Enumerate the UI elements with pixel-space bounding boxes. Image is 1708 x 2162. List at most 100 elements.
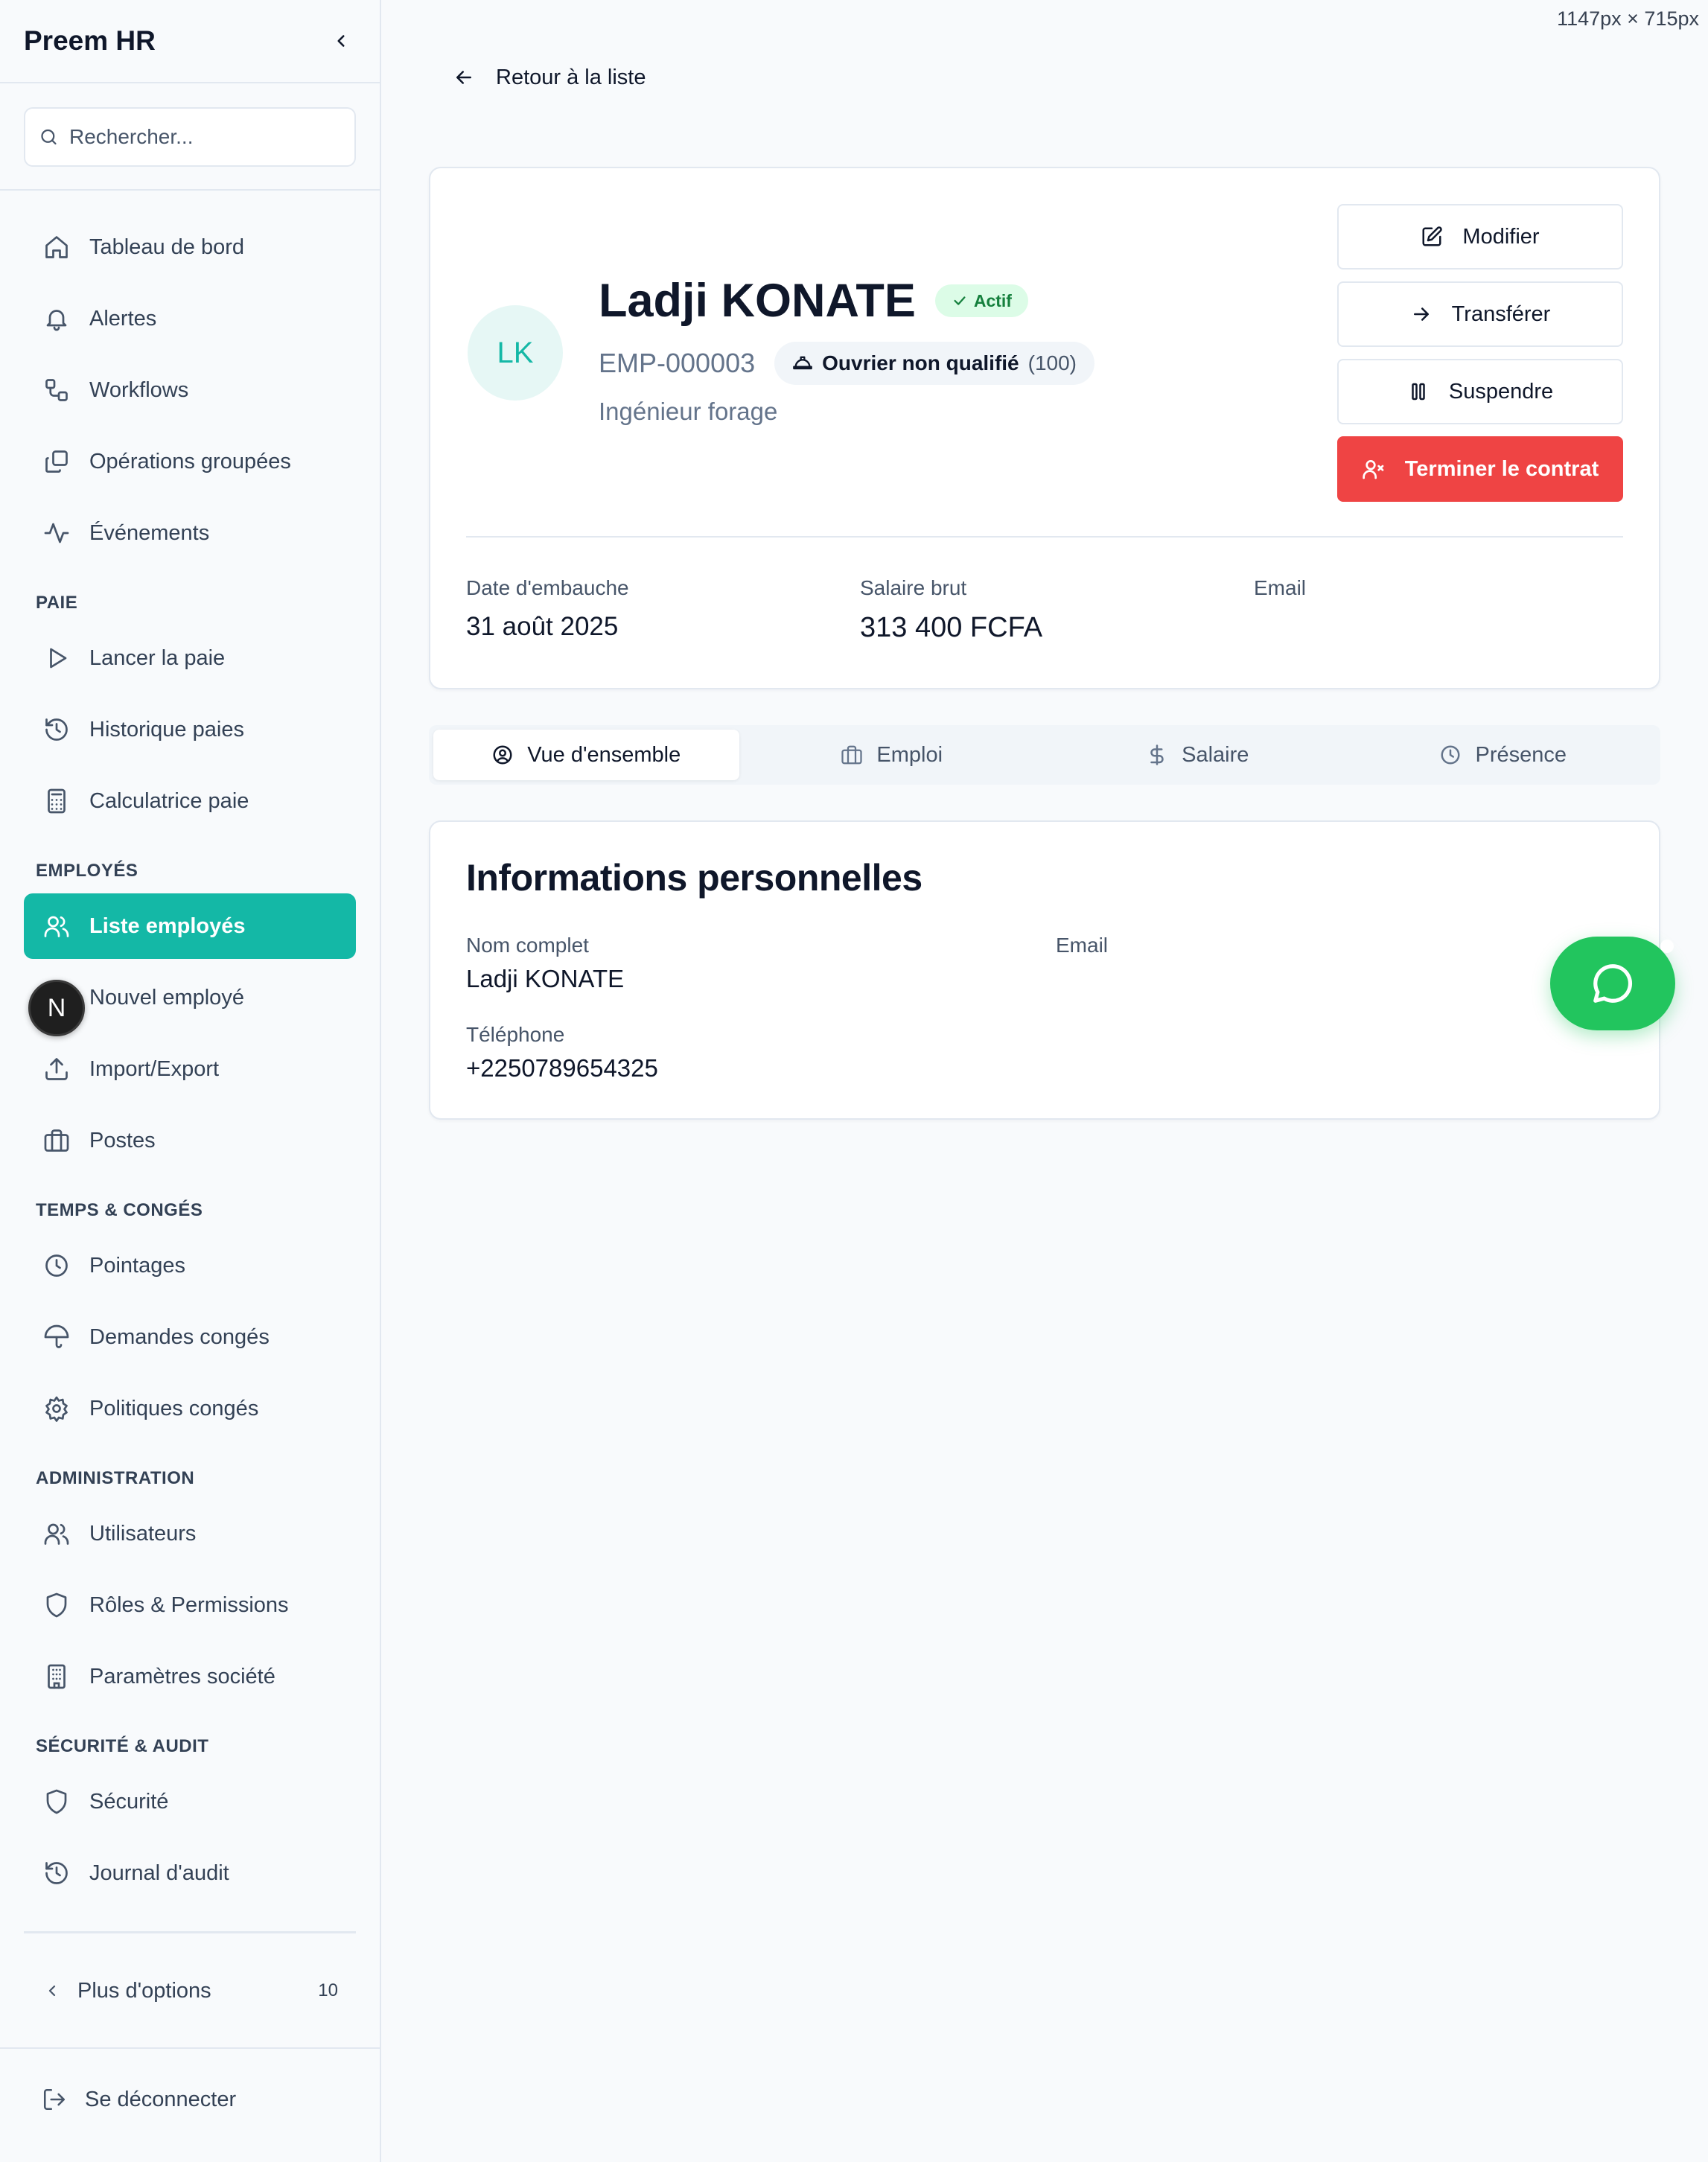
upload-icon [42, 1054, 71, 1084]
more-options-button[interactable]: Plus d'options 10 [24, 1958, 356, 2024]
edit-button[interactable]: Modifier [1337, 204, 1623, 270]
history-icon [42, 715, 71, 744]
status-badge: Actif [934, 284, 1028, 317]
dollar-icon [1150, 744, 1164, 765]
employee-profile-card: LK Ladji KONATE Actif EMP-000003 Ouvrier… [429, 167, 1660, 689]
sidebar-item-label: Tableau de bord [89, 235, 244, 259]
sidebar-item-historique-paies[interactable]: Historique paies [24, 697, 356, 762]
history-icon [42, 1858, 71, 1888]
transfer-button[interactable]: Transférer [1337, 281, 1623, 347]
grade-code: (100) [1027, 351, 1077, 374]
hire-date-label: Date d'embauche [466, 576, 629, 599]
terminate-contract-button[interactable]: Terminer le contrat [1337, 436, 1623, 502]
employee-name-row: Ladji KONATE Actif [599, 271, 1028, 331]
section-administration: ADMINISTRATION [36, 1468, 195, 1488]
sidebar-item-politiques-conges[interactable]: Politiques congés [24, 1376, 356, 1441]
bell-icon [42, 304, 71, 334]
sidebar-item-journal-audit[interactable]: Journal d'audit [24, 1840, 356, 1906]
building-icon [42, 1662, 71, 1691]
logout-button[interactable]: Se déconnecter [24, 2067, 356, 2132]
sidebar-item-label: Journal d'audit [89, 1860, 229, 1885]
sidebar: Preem HR Tableau de bord Alertes Workflo… [0, 0, 381, 2162]
clock-icon [42, 1251, 71, 1281]
section-securite-audit: SÉCURITÉ & AUDIT [36, 1736, 209, 1756]
sidebar-item-parametres-societe[interactable]: Paramètres société [24, 1644, 356, 1709]
sidebar-item-calculatrice-paie[interactable]: Calculatrice paie [24, 768, 356, 834]
sidebar-item-alertes[interactable]: Alertes [24, 286, 356, 351]
email-label: Email [1254, 576, 1307, 599]
search-input[interactable] [68, 125, 341, 149]
sidebar-item-securite[interactable]: Sécurité [24, 1769, 356, 1834]
dev-tools-badge[interactable]: N [28, 980, 85, 1036]
umbrella-icon [42, 1322, 71, 1352]
chat-icon [1593, 964, 1632, 1003]
personal-email-label: Email [1056, 934, 1109, 957]
more-options-count: 10 [318, 1980, 338, 2000]
sidebar-item-pointages[interactable]: Pointages [24, 1233, 356, 1298]
logout-icon [43, 2088, 66, 2111]
job-title: Ingénieur forage [599, 398, 778, 425]
search-icon [41, 129, 57, 145]
tab-presence[interactable]: Présence [1351, 730, 1657, 780]
profile-actions: Modifier Transférer Suspendre Terminer l… [1337, 204, 1623, 514]
chevron-left-icon [48, 1985, 56, 1997]
pause-icon [1412, 383, 1425, 401]
terminate-button-label: Terminer le contrat [1404, 456, 1599, 481]
suspend-button[interactable]: Suspendre [1337, 359, 1623, 424]
tab-label: Vue d'ensemble [527, 742, 681, 767]
collapse-sidebar-button[interactable] [326, 26, 356, 56]
chevron-left-icon [337, 35, 345, 47]
sidebar-item-roles-permissions[interactable]: Rôles & Permissions [24, 1572, 356, 1638]
personal-info-card: Informations personnelles Nom complet La… [429, 820, 1660, 1120]
tab-label: Salaire [1182, 742, 1249, 767]
tab-salaire[interactable]: Salaire [1045, 730, 1351, 780]
sidebar-item-postes[interactable]: Postes [24, 1108, 356, 1173]
sidebar-item-label: Événements [89, 520, 210, 545]
check-icon [954, 296, 966, 305]
sidebar-item-operations-groupees[interactable]: Opérations groupées [24, 429, 356, 494]
sidebar-item-label: Utilisateurs [89, 1521, 197, 1546]
full-name-label: Nom complet [466, 934, 589, 957]
suspend-button-label: Suspendre [1448, 379, 1554, 404]
home-icon [42, 232, 71, 262]
shield-icon [42, 1787, 71, 1817]
full-name-field: Nom complet Ladji KONATE [466, 934, 624, 993]
gross-salary-field: Salaire brut 313 400 FCFA [860, 576, 1042, 644]
users-icon [42, 1519, 71, 1549]
back-to-list-link[interactable]: Retour à la liste [453, 60, 646, 95]
sidebar-item-label: Lancer la paie [89, 645, 226, 670]
logout-label: Se déconnecter [85, 2087, 237, 2111]
section-temps-conges: TEMPS & CONGÉS [36, 1200, 203, 1220]
sidebar-item-liste-employes[interactable]: Liste employés [24, 893, 356, 959]
sidebar-item-label: Workflows [89, 377, 189, 402]
sidebar-item-workflows[interactable]: Workflows [24, 357, 356, 423]
sidebar-header: Preem HR [0, 0, 380, 83]
gross-salary-label: Salaire brut [860, 576, 967, 599]
sidebar-item-label: Pointages [89, 1253, 185, 1278]
sidebar-item-tableau-de-bord[interactable]: Tableau de bord [24, 214, 356, 280]
tab-emploi[interactable]: Emploi [739, 730, 1045, 780]
sidebar-item-utilisateurs[interactable]: Utilisateurs [24, 1501, 356, 1566]
grade-name: Ouvrier non qualifié [822, 351, 1019, 374]
status-label: Actif [973, 290, 1012, 310]
grade-badge: Ouvrier non qualifié (100) [774, 342, 1094, 385]
users-icon [42, 911, 71, 941]
activity-icon [42, 518, 71, 548]
profile-tabs: Vue d'ensemble Emploi Salaire Présence [429, 725, 1660, 785]
tab-overview[interactable]: Vue d'ensemble [433, 730, 739, 780]
sidebar-item-evenements[interactable]: Événements [24, 500, 356, 566]
arrow-left-icon [456, 71, 471, 84]
sidebar-item-lancer-la-paie[interactable]: Lancer la paie [24, 625, 356, 691]
sidebar-item-demandes-conges[interactable]: Demandes congés [24, 1304, 356, 1370]
sidebar-divider [24, 1931, 356, 1933]
back-link-label: Retour à la liste [496, 65, 646, 89]
user-x-icon [1363, 460, 1384, 479]
section-employes: EMPLOYÉS [36, 861, 138, 881]
sidebar-item-import-export[interactable]: Import/Export [24, 1036, 356, 1102]
chat-button[interactable] [1550, 937, 1675, 1030]
sidebar-item-label: Liste employés [89, 913, 246, 938]
settings-icon [42, 1394, 71, 1423]
sidebar-item-label: Paramètres société [89, 1664, 275, 1689]
transfer-button-label: Transférer [1451, 302, 1551, 326]
employee-id-row: EMP-000003 Ouvrier non qualifié (100) [599, 341, 1094, 386]
